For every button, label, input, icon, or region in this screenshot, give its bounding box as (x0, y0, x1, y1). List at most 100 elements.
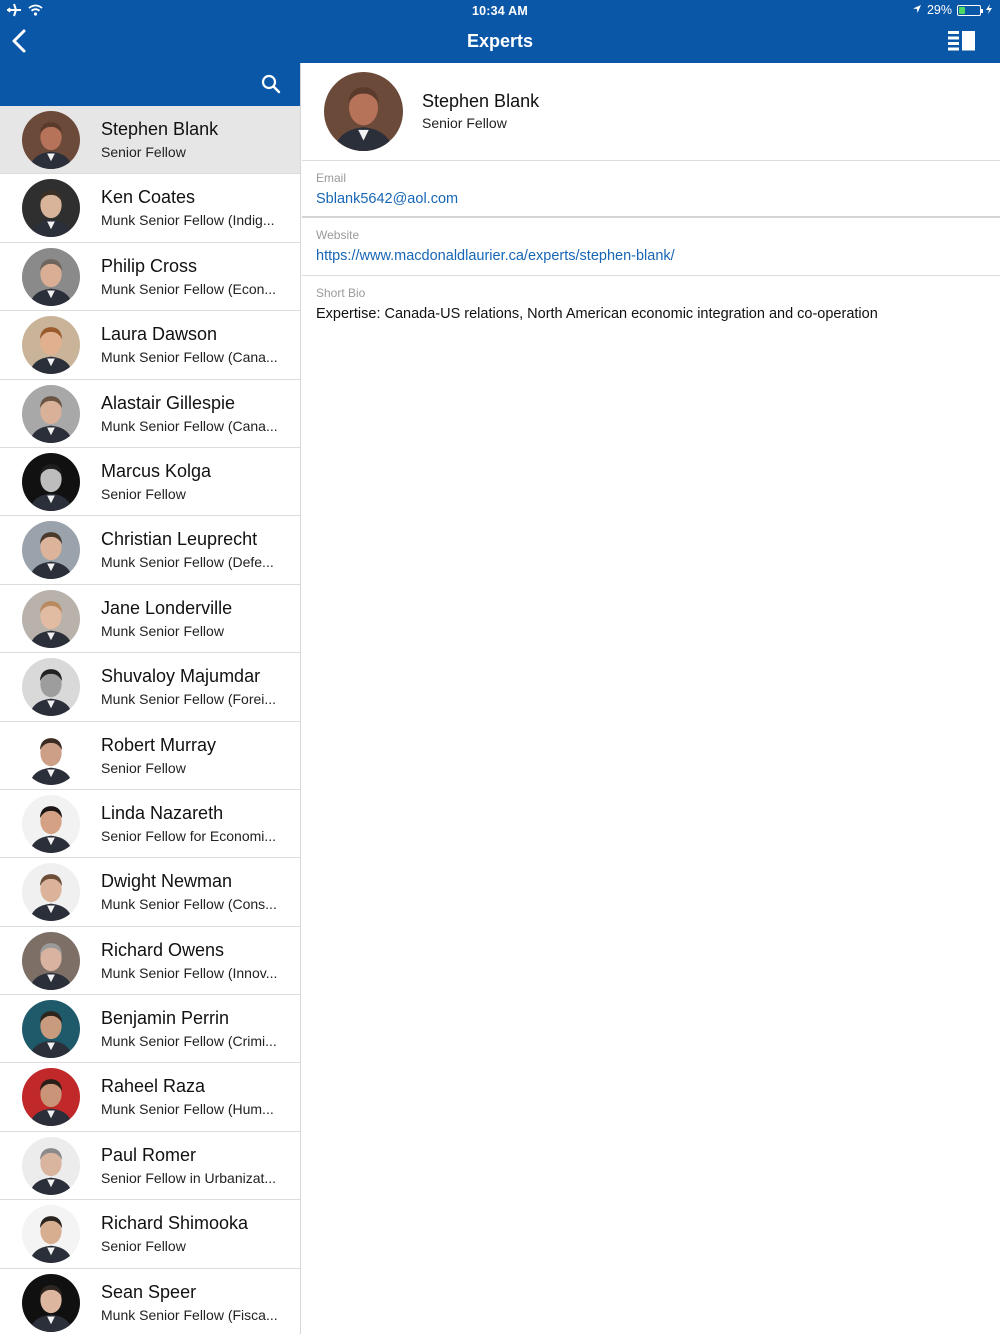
expert-title: Munk Senior Fellow (Cana... (101, 417, 278, 434)
expert-title: Senior Fellow (101, 759, 186, 776)
avatar (22, 316, 80, 375)
list-item[interactable]: Alastair Gillespie Munk Senior Fellow (Ca… (0, 380, 300, 448)
avatar (22, 1136, 80, 1195)
avatar (324, 72, 403, 151)
expert-title: Munk Senior Fellow (Econ... (101, 280, 277, 297)
avatar (22, 247, 80, 306)
list-item[interactable]: Dwight Newman Munk Senior Fellow (Cons... (0, 858, 300, 927)
avatar (22, 794, 80, 853)
expert-name: Christian Leuprecht (101, 529, 258, 550)
list-item[interactable]: Richard Owens Munk Senior Fellow (Innov..… (0, 927, 300, 996)
search-button[interactable] (260, 73, 282, 95)
expert-name: Richard Shimooka (101, 1213, 249, 1234)
avatar (22, 521, 80, 580)
list-item[interactable]: Marcus Kolga Senior Fellow (0, 448, 300, 517)
avatar (22, 863, 80, 922)
bio-text: Expertise: Canada-US relations, North Am… (316, 306, 878, 322)
split-view-icon (948, 31, 975, 51)
expert-name: Shuvaloy Majumdar (101, 666, 261, 687)
expert-name: Dwight Newman (101, 871, 233, 892)
avatar (22, 179, 80, 238)
expert-name: Sean Speer (101, 1281, 197, 1302)
list-item[interactable]: Stephen Blank Senior Fellow (0, 106, 300, 175)
battery-percent: 29% (926, 3, 952, 17)
expert-name: Raheel Raza (101, 1076, 206, 1097)
email-link[interactable]: Sblank5642@aol.com (316, 191, 1000, 207)
avatar (22, 931, 80, 990)
list-item[interactable]: Jane Londerville Munk Senior Fellow (0, 585, 300, 654)
charging-icon (986, 3, 992, 17)
website-field: Website https://www.macdonaldlaurier.ca/… (302, 218, 1000, 276)
avatar (22, 1205, 80, 1264)
avatar (22, 589, 80, 648)
expert-title: Munk Senior Fellow (Hum... (101, 1101, 274, 1118)
list-item[interactable]: Robert Murray Senior Fellow (0, 722, 300, 790)
split-view-button[interactable] (948, 30, 978, 52)
website-link[interactable]: https://www.macdonaldlaurier.ca/experts/… (316, 248, 1000, 264)
avatar (22, 452, 80, 511)
list-item[interactable]: Raheel Raza Munk Senior Fellow (Hum... (0, 1063, 300, 1132)
expert-name: Richard Owens (101, 939, 225, 960)
expert-name: Robert Murray (101, 734, 217, 755)
status-bar: 10:34 AM 29% (0, 0, 1000, 22)
navigation-bar: 10:34 AM 29% Experts (0, 0, 1000, 63)
detail-name: Stephen Blank (422, 91, 540, 111)
list-item[interactable]: Christian Leuprecht Munk Senior Fellow (D… (0, 516, 300, 585)
expert-name: Jane Londerville (101, 597, 233, 618)
expert-detail-panel: Stephen Blank Senior Fellow Email Sblank… (302, 63, 1000, 1334)
search-icon (261, 74, 281, 94)
expert-list: Stephen Blank Senior Fellow Ken Coates Munk… (0, 106, 300, 1334)
expert-name: Laura Dawson (101, 324, 218, 345)
bio-label: Short Bio (316, 286, 366, 300)
expert-title: Munk Senior Fellow (Crimi... (101, 1033, 277, 1050)
list-item[interactable]: Richard Shimooka Senior Fellow (0, 1200, 300, 1269)
expert-name: Linda Nazareth (101, 802, 224, 823)
bio-field: Short Bio Expertise: Canada-US relations… (302, 276, 1000, 322)
list-item[interactable]: Philip Cross Munk Senior Fellow (Econ... (0, 243, 300, 312)
avatar (22, 384, 80, 443)
expert-title: Munk Senior Fellow (Innov... (101, 964, 278, 981)
expert-name: Philip Cross (101, 255, 198, 276)
expert-title: Munk Senior Fellow (Indig... (101, 212, 275, 229)
email-label: Email (316, 171, 347, 185)
expert-title: Munk Senior Fellow (Fisca... (101, 1306, 278, 1323)
status-time: 10:34 AM (471, 4, 529, 18)
expert-title: Munk Senior Fellow (Defe... (101, 554, 274, 571)
email-field: Email Sblank5642@aol.com (302, 161, 1000, 218)
search-bar (0, 63, 300, 106)
expert-name: Alastair Gillespie (101, 392, 236, 413)
detail-title: Senior Fellow (422, 115, 507, 131)
expert-title: Senior Fellow in Urbanizat... (101, 1169, 277, 1186)
expert-name: Benjamin Perrin (101, 1008, 230, 1029)
page-title: Experts (466, 31, 534, 51)
website-label: Website (316, 228, 360, 242)
list-item[interactable]: Laura Dawson Munk Senior Fellow (Cana... (0, 311, 300, 380)
expert-title: Senior Fellow (101, 485, 186, 502)
expert-title: Munk Senior Fellow (Cons... (101, 896, 277, 913)
expert-title: Munk Senior Fellow (Forei... (101, 691, 277, 708)
avatar (22, 111, 80, 169)
battery-icon (957, 4, 983, 16)
list-item[interactable]: Sean Speer Munk Senior Fellow (Fisca... (0, 1269, 300, 1334)
avatar (22, 1068, 80, 1127)
avatar (22, 1273, 80, 1332)
location-icon (912, 3, 922, 17)
expert-title: Munk Senior Fellow (101, 622, 224, 639)
avatar (22, 658, 80, 717)
list-item[interactable]: Linda Nazareth Senior Fellow for Economi.… (0, 790, 300, 859)
list-item[interactable]: Paul Romer Senior Fellow in Urbanizat... (0, 1132, 300, 1201)
list-item[interactable]: Shuvaloy Majumdar Munk Senior Fellow (For… (0, 653, 300, 722)
expert-title: Senior Fellow for Economi... (101, 827, 277, 844)
expert-name: Stephen Blank (101, 119, 219, 139)
expert-title: Munk Senior Fellow (Cana... (101, 349, 278, 366)
list-item[interactable]: Ken Coates Munk Senior Fellow (Indig... (0, 174, 300, 243)
expert-name: Paul Romer (101, 1144, 197, 1165)
avatar (22, 1000, 80, 1059)
experts-list-panel: Stephen Blank Senior Fellow Ken Coates Munk… (0, 63, 301, 1334)
list-item[interactable]: Benjamin Perrin Munk Senior Fellow (Crimi… (0, 995, 300, 1064)
expert-title: Senior Fellow (101, 1238, 186, 1255)
detail-header: Stephen Blank Senior Fellow (302, 63, 1000, 161)
expert-name: Marcus Kolga (101, 460, 212, 481)
avatar (22, 726, 80, 785)
expert-title: Senior Fellow (101, 144, 186, 160)
